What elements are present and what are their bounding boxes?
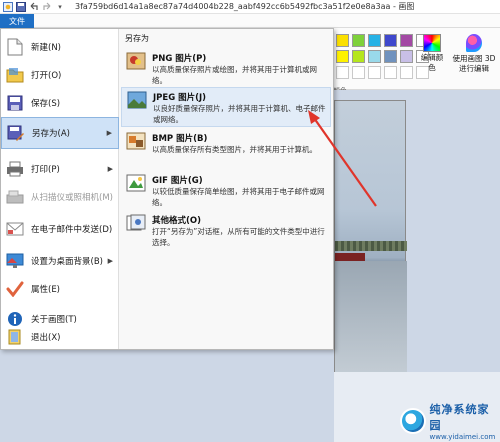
site-watermark: 纯净系统家园 www.yidaimei.com: [400, 400, 500, 442]
menu-item-label: 保存(S): [31, 99, 61, 109]
submenu-item-description: 以良好质量保存照片，并将其用于计算机、电子邮件或网络。: [153, 104, 326, 124]
menu-item-properties[interactable]: 属性(E): [1, 275, 119, 303]
file-menu-commands: 新建(N) 打开(O) 保存(S) 另存为(A) ▶ 打印(P) ▶ 从扫描仪或…: [1, 29, 119, 349]
color-swatch[interactable]: [384, 34, 397, 47]
watermark-url: www.yidaimei.com: [429, 433, 496, 441]
scanner-icon: [5, 187, 25, 207]
color-swatch[interactable]: [368, 34, 381, 47]
edit-with-paint3d-button[interactable]: 使用画图 3D 进行编辑: [450, 34, 498, 74]
color-swatch[interactable]: [368, 66, 381, 79]
customize-quick-access-icon[interactable]: ▾: [55, 2, 65, 12]
new-file-icon: [5, 37, 25, 57]
save-icon: [5, 93, 25, 113]
menu-item-label: 打印(P): [31, 165, 60, 175]
submenu-item-title: PNG 图片(P): [152, 54, 207, 64]
submenu-item-description: 以高质量保存所有类型图片，并将其用于计算机。: [152, 145, 317, 154]
png-image-icon: [126, 52, 148, 72]
submenu-header: 另存为: [125, 34, 149, 43]
printer-icon: [5, 159, 25, 179]
color-swatch[interactable]: [384, 66, 397, 79]
menu-item-from-scanner: 从扫描仪或照相机(M): [1, 183, 119, 211]
save-as-gif[interactable]: GIF 图片(G) 以较低质量保存简单绘图，并将其用于电子邮件或网络。: [121, 171, 331, 209]
menu-item-label: 在电子邮件中发送(D): [31, 225, 113, 235]
menu-item-print[interactable]: 打印(P) ▶: [1, 155, 119, 183]
ribbon-tab-strip: [34, 14, 500, 28]
color-swatch[interactable]: [400, 66, 413, 79]
menu-item-exit[interactable]: 退出(X): [1, 323, 119, 351]
color-palette: [336, 34, 429, 79]
image-bridge: [335, 241, 407, 251]
save-as-jpeg[interactable]: JPEG 图片(J) 以良好质量保存照片，并将其用于计算机、电子邮件或网络。: [121, 87, 331, 127]
color-swatch[interactable]: [336, 50, 349, 63]
color-swatch[interactable]: [336, 34, 349, 47]
save-as-other-formats[interactable]: 其他格式(O) 打开“另存为”对话框，从所有可能的文件类型中进行选择。: [121, 211, 331, 251]
menu-item-label: 设置为桌面背景(B): [31, 257, 103, 267]
undo-icon[interactable]: [29, 2, 39, 12]
paint-app-icon: [3, 1, 13, 12]
menu-item-label: 打开(O): [31, 71, 62, 81]
submenu-arrow-icon: ▶: [107, 165, 113, 173]
email-icon: [5, 219, 25, 239]
paint3d-icon: [466, 34, 482, 52]
edit-colors-button[interactable]: 编辑颜色: [418, 34, 446, 73]
file-menu: 新建(N) 打开(O) 保存(S) 另存为(A) ▶ 打印(P) ▶ 从扫描仪或…: [0, 28, 334, 350]
menu-item-send-email[interactable]: 在电子邮件中发送(D): [1, 215, 119, 243]
color-swatch[interactable]: [336, 66, 349, 79]
submenu-item-description: 以高质量保存照片或绘图，并将其用于计算机或网络。: [152, 65, 317, 85]
bmp-image-icon: [126, 132, 148, 152]
save-as-icon: [6, 123, 26, 143]
color-swatch[interactable]: [352, 50, 365, 63]
color-swatch[interactable]: [352, 34, 365, 47]
menu-item-label: 退出(X): [31, 333, 61, 343]
paint3d-label: 使用画图 3D 进行编辑: [452, 54, 496, 73]
title-bar: ▾ 3fa759bd6d14a1a8ec87a74d4004b228_aabf4…: [0, 0, 500, 14]
watermark-logo-icon: [400, 408, 426, 434]
menu-item-label: 从扫描仪或照相机(M): [31, 193, 113, 203]
open-folder-icon: [5, 65, 25, 85]
canvas-image[interactable]: [334, 100, 407, 373]
menu-item-label: 另存为(A): [32, 129, 70, 139]
color-wheel-icon: [423, 34, 441, 52]
save-quick-icon[interactable]: [16, 1, 26, 12]
other-formats-icon: [126, 214, 148, 234]
file-tab[interactable]: 文件: [0, 14, 34, 28]
submenu-item-title: JPEG 图片(J): [153, 93, 207, 103]
edit-colors-label: 编辑颜色: [420, 53, 444, 72]
color-swatch[interactable]: [400, 50, 413, 63]
color-swatch[interactable]: [384, 50, 397, 63]
watermark-title: 纯净系统家园: [429, 403, 490, 432]
menu-item-new[interactable]: 新建(N): [1, 33, 119, 61]
menu-item-save[interactable]: 保存(S): [1, 89, 119, 117]
jpeg-image-icon: [127, 91, 149, 111]
menu-item-open[interactable]: 打开(O): [1, 61, 119, 89]
submenu-item-title: BMP 图片(B): [152, 134, 208, 144]
image-water: [335, 261, 407, 373]
submenu-item-title: 其他格式(O): [152, 216, 201, 226]
menu-item-set-desktop-background[interactable]: 设置为桌面背景(B) ▶: [1, 247, 119, 275]
submenu-arrow-icon: ▶: [106, 129, 112, 137]
desktop-background-icon: [5, 251, 25, 271]
properties-check-icon: [5, 279, 25, 299]
submenu-item-description: 以较低质量保存简单绘图，并将其用于电子邮件或网络。: [152, 187, 325, 207]
submenu-item-description: 打开“另存为”对话框，从所有可能的文件类型中进行选择。: [152, 227, 325, 247]
gif-image-icon: [126, 174, 148, 194]
save-as-submenu: 另存为 PNG 图片(P) 以高质量保存照片或绘图，并将其用于计算机或网络。 J…: [119, 29, 333, 349]
redo-icon[interactable]: [42, 2, 52, 12]
color-swatch[interactable]: [368, 50, 381, 63]
save-as-png[interactable]: PNG 图片(P) 以高质量保存照片或绘图，并将其用于计算机或网络。: [121, 49, 331, 85]
menu-item-label: 新建(N): [31, 43, 61, 53]
window-title: 3fa759bd6d14a1a8ec87a74d4004b228_aabf492…: [75, 2, 415, 11]
menu-item-save-as[interactable]: 另存为(A) ▶: [1, 117, 119, 149]
exit-icon: [5, 327, 25, 347]
color-swatch[interactable]: [352, 66, 365, 79]
submenu-arrow-icon: ▶: [107, 257, 113, 265]
submenu-item-title: GIF 图片(G): [152, 176, 203, 186]
menu-item-label: 属性(E): [31, 285, 61, 295]
save-as-bmp[interactable]: BMP 图片(B) 以高质量保存所有类型图片，并将其用于计算机。: [121, 129, 331, 167]
color-swatch[interactable]: [400, 34, 413, 47]
